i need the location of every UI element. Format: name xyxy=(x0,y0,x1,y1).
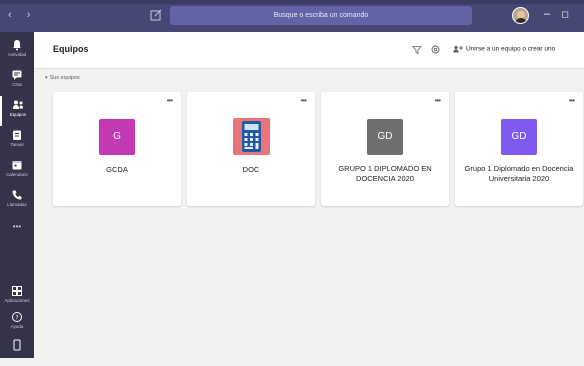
section-label: Sus equipos xyxy=(49,75,80,81)
team-tile: GD xyxy=(367,119,403,155)
title-strip xyxy=(0,0,584,4)
rail-item-equipos[interactable]: Equipos xyxy=(0,96,34,126)
page-header: Equipos Unirse a un equipo o crear uno xyxy=(34,32,584,69)
bell-icon xyxy=(13,40,21,51)
rail-item-ayuda[interactable]: ? Ayuda xyxy=(0,308,34,338)
join-or-create-team-button[interactable]: Unirse a un equipo o crear uno xyxy=(453,45,555,53)
team-card-gcda[interactable]: ••• G GCDA xyxy=(53,92,181,206)
join-label: Unirse a un equipo o crear uno xyxy=(466,45,556,53)
title-bar: ‹ › Busque o escriba un comando – ◻ xyxy=(0,0,584,32)
main-content: Equipos Unirse a un equipo o crear uno ▾… xyxy=(34,32,584,358)
phone-icon xyxy=(12,190,22,200)
maximize-icon[interactable]: ◻ xyxy=(558,9,572,20)
team-name: GCDA xyxy=(106,165,128,174)
device-icon xyxy=(13,339,21,351)
rail-label: Equipos xyxy=(9,112,27,117)
avatar[interactable] xyxy=(512,7,529,24)
rail-item-llamadas[interactable]: Llamadas xyxy=(0,186,34,216)
app-rail: Actividad Chat Equipos Tareas Calendario… xyxy=(0,32,34,358)
add-team-icon xyxy=(453,45,463,53)
apps-icon xyxy=(12,286,22,296)
help-icon: ? xyxy=(12,312,22,322)
team-name: DOC xyxy=(242,165,260,174)
section-heading[interactable]: ▾ Sus equipos xyxy=(45,75,80,81)
avatar-body xyxy=(515,18,527,23)
rail-label: Aplicaciones xyxy=(4,298,30,303)
team-name: Grupo 1 Diplomado en Docencia Universita… xyxy=(464,164,574,183)
rail-item-device[interactable] xyxy=(0,336,34,366)
rail-label: Tareas xyxy=(10,142,24,147)
rail-label: Actividad xyxy=(7,52,27,57)
team-card-doc[interactable]: ••• DOC xyxy=(187,92,315,206)
team-card-grupo1-docencia[interactable]: ••• GD GRUPO 1 DIPLOMADO EN DOCENCIA 202… xyxy=(321,92,449,206)
rail-label: Calendario xyxy=(6,172,28,177)
rail-item-actividad[interactable]: Actividad xyxy=(0,36,34,66)
team-tile: GD xyxy=(501,119,537,155)
rail-item-more[interactable]: ••• xyxy=(0,218,34,248)
calendar-icon xyxy=(12,161,22,170)
teams-icon xyxy=(13,100,23,109)
gear-icon[interactable] xyxy=(430,44,441,55)
more-options-icon[interactable]: ••• xyxy=(569,96,575,105)
rail-item-calendario[interactable]: Calendario xyxy=(0,156,34,186)
svg-text:?: ? xyxy=(15,314,18,321)
more-options-icon[interactable]: ••• xyxy=(301,96,307,105)
minimize-icon[interactable]: – xyxy=(540,8,554,20)
search-input[interactable]: Busque o escriba un comando xyxy=(170,6,472,25)
filter-icon[interactable] xyxy=(412,45,422,55)
compose-icon[interactable] xyxy=(149,8,163,22)
team-card-grupo1-universitaria[interactable]: ••• GD Grupo 1 Diplomado en Docencia Uni… xyxy=(455,92,583,206)
rail-label: Ayuda xyxy=(10,324,24,329)
page-title: Equipos xyxy=(53,44,89,54)
rail-label: Llamadas xyxy=(7,202,27,207)
chat-icon xyxy=(12,70,22,80)
team-tile xyxy=(233,118,270,155)
team-name: GRUPO 1 DIPLOMADO EN DOCENCIA 2020 xyxy=(338,164,432,183)
back-forward-nav[interactable]: ‹ › xyxy=(8,9,36,21)
caret-down-icon: ▾ xyxy=(45,75,48,81)
rail-item-chat[interactable]: Chat xyxy=(0,66,34,96)
team-tile: G xyxy=(99,119,135,155)
calculator-icon xyxy=(242,121,261,152)
assignments-icon xyxy=(13,130,21,140)
more-icon: ••• xyxy=(12,222,22,231)
rail-label: Chat xyxy=(12,82,22,87)
more-options-icon[interactable]: ••• xyxy=(435,96,441,105)
rail-item-tareas[interactable]: Tareas xyxy=(0,126,34,156)
more-options-icon[interactable]: ••• xyxy=(167,96,173,105)
